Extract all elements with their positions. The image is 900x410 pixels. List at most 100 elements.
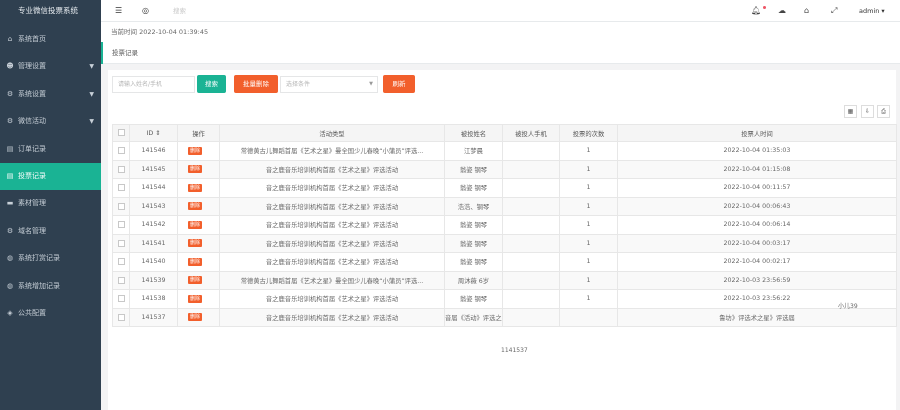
row-checkbox-cell[interactable] [112,233,130,253]
table-row[interactable]: 141544 删除 音之鹿音乐培训机构首届《艺术之星》评选活动 翁姿 钢琴 1 2022-… [112,178,897,198]
delete-button[interactable]: 删除 [188,202,203,211]
table-row[interactable]: 141541 删除 音之鹿音乐培训机构首届《艺术之星》评选活动 翁姿 钢琴 1 2022-… [112,233,897,253]
row-checkbox-cell[interactable] [112,307,130,327]
row-checkbox-cell[interactable] [112,178,130,198]
globe-icon[interactable]: ◎ [142,0,149,22]
sidebar-item[interactable]: ▤ 订单记录 [0,136,101,163]
cell-voted-phone [502,141,560,161]
columns-icon[interactable]: ▦ [844,105,857,118]
sidebar-item[interactable]: ▤ 投票记录 [0,162,101,191]
select-all-checkbox[interactable] [117,129,125,137]
delete-button[interactable]: 删除 [188,276,203,285]
batch-delete-button[interactable]: 批量删除 [234,75,278,93]
user-menu[interactable]: admin ▾ [859,0,885,22]
select-all-checkbox-cell[interactable] [112,124,130,142]
sidebar-item-label: 管理设置 [18,62,46,71]
cell-voted-phone [502,307,560,327]
cell-vote-time: 2022-10-04 01:35:03 [617,141,897,161]
col-id[interactable]: ID ⇕ [129,124,178,142]
condition-select[interactable]: 选择条件 ▼ [280,76,378,93]
sidebar-item-label: 系统设置 [18,89,46,98]
sidebar-item[interactable]: ⌂ 系统首页 [0,26,101,53]
table-row[interactable]: 141546 删除 常德黄古儿舞蹈首届《艺术之星》曼全国少儿春晚“小蒲员”评选...… [112,141,897,161]
sidebar-item[interactable]: ⚙ 微信活动 ▼ [0,108,101,135]
row-checkbox[interactable] [117,165,125,173]
delete-button[interactable]: 删除 [188,220,203,229]
cloud-icon[interactable]: ☁ [778,0,786,22]
cell-vote-count: 1 [559,196,618,216]
chevron-down-icon: ▼ [89,63,94,71]
gear-icon: ⚙ [6,117,14,126]
row-checkbox-cell[interactable] [112,141,130,161]
sidebar-item[interactable]: ◈ 公共配置 [0,300,101,327]
delete-button[interactable]: 删除 [188,313,203,322]
cell-action: 删除 [177,178,220,198]
table-row[interactable]: 141539 删除 常德黄古儿舞蹈首届《艺术之星》曼全国少儿春晚“小蒲员”评选...… [112,270,897,290]
tab-vote-records[interactable]: 投票记录 [101,42,138,64]
table-row[interactable]: 141545 删除 音之鹿音乐培训机构首届《艺术之星》评选活动 翁姿 钢琴 1 2022-… [112,159,897,179]
row-checkbox[interactable] [117,313,125,321]
cell-voted-name: 翁姿 钢琴 [444,178,503,198]
row-checkbox[interactable] [117,276,125,284]
delete-button[interactable]: 删除 [188,239,203,248]
keyword-input[interactable]: 请输入姓名/手机 [112,76,195,93]
time-bar: 当前时间 2022-10-04 01:39:45 [101,22,900,42]
sidebar-item[interactable]: ▬ 素材管理 [0,190,101,217]
row-checkbox-cell[interactable] [112,289,130,309]
delete-button[interactable]: 删除 [188,146,203,155]
stray-text: 1141537 [501,347,528,354]
row-checkbox[interactable] [117,202,125,210]
row-checkbox[interactable] [117,147,125,154]
vote-records-table: ID ⇕ 操作 活动类型 被投姓名 被投人手机 投票的次数 投票人时间 1415… [112,124,897,327]
sidebar-item-label: 素材管理 [18,199,46,208]
cell-activity: 音之鹿音乐培训机构首届《艺术之星》评选活动 [219,159,445,179]
delete-button[interactable]: 删除 [188,183,203,192]
delete-button[interactable]: 删除 [188,257,203,266]
row-checkbox-cell[interactable] [112,252,130,272]
table-row[interactable]: 141538 删除 音之鹿音乐培训机构首届《艺术之星》评选活动 翁姿 钢琴 1 2022-… [112,289,897,309]
table-row[interactable]: 141542 删除 音之鹿音乐培训机构首届《艺术之星》评选活动 翁姿 钢琴 1 2022-… [112,215,897,235]
row-checkbox-cell[interactable] [112,159,130,179]
cell-id: 141545 [129,159,178,179]
bell-icon[interactable]: 🔔︎ [751,0,761,22]
cell-id: 141542 [129,215,178,235]
sidebar-item[interactable]: ⚙ 域名管理 [0,218,101,245]
row-checkbox[interactable] [117,295,125,302]
sidebar-item[interactable]: ☻ 管理设置 ▼ [0,53,101,80]
row-checkbox-cell[interactable] [112,196,130,216]
refresh-button[interactable]: 刷新 [383,75,415,93]
delete-button[interactable]: 删除 [188,294,203,303]
chevron-down-icon: ▼ [369,81,373,87]
export-icon[interactable]: ⇩ [861,105,874,118]
row-checkbox[interactable] [117,184,125,191]
sidebar-item-label: 微信活动 [18,117,46,126]
search-button[interactable]: 搜索 [197,75,226,93]
row-checkbox-cell[interactable] [112,215,130,235]
menu-toggle-icon[interactable]: ☰ [115,0,122,22]
top-search[interactable]: 搜索 [173,0,186,22]
globe-icon: ◍ [6,254,14,263]
stray-text: 小儿39 [838,303,858,310]
sidebar-item[interactable]: ⚙ 系统设置 ▼ [0,81,101,108]
cell-activity: 常德黄古儿舞蹈首届《艺术之星》曼全国少儿春晚“小蒲员”评选... [219,270,445,290]
sidebar-item[interactable]: ◍ 系统打赏记录 [0,245,101,272]
sidebar-item[interactable]: ◍ 系统增加记录 [0,273,101,300]
cell-voted-phone [502,178,560,198]
cell-voted-name: 翁姿 钢琴 [444,289,503,309]
table-row[interactable]: 141540 删除 音之鹿音乐培训机构首届《艺术之星》评选活动 翁姿 钢琴 1 2022-… [112,252,897,272]
row-checkbox[interactable] [117,258,125,265]
row-checkbox-cell[interactable] [112,270,130,290]
delete-button[interactable]: 删除 [188,165,203,174]
print-icon[interactable]: ⎙ [877,105,890,118]
cell-vote-time: 2022-10-04 00:02:17 [617,252,897,272]
current-time: 当前时间 2022-10-04 01:39:45 [111,28,209,36]
tag-icon[interactable]: ⌂ [804,0,809,22]
sidebar-menu: ⌂ 系统首页 ☻ 管理设置 ▼ ⚙ 系统设置 ▼ ⚙ 微信活动 ▼ ▤ 订单记录 ▤ 投票记录 ▬ 素材管理 ⚙ 域… [0,26,101,327]
fullscreen-icon[interactable]: ⤢ [831,0,837,22]
row-checkbox[interactable] [117,221,125,228]
table-row[interactable]: 141543 删除 音之鹿音乐培训机构首届《艺术之星》评选活动 浩浩、钢琴 1 2022-… [112,196,897,216]
table-row[interactable]: 141537 删除 音之鹿音乐培训机构首届《艺术之星》评选活动音届《活动》评选之星》… [112,307,897,327]
col-activity: 活动类型 [219,124,445,142]
cell-voted-name: 江梦晨 [444,141,503,161]
row-checkbox[interactable] [117,239,125,247]
